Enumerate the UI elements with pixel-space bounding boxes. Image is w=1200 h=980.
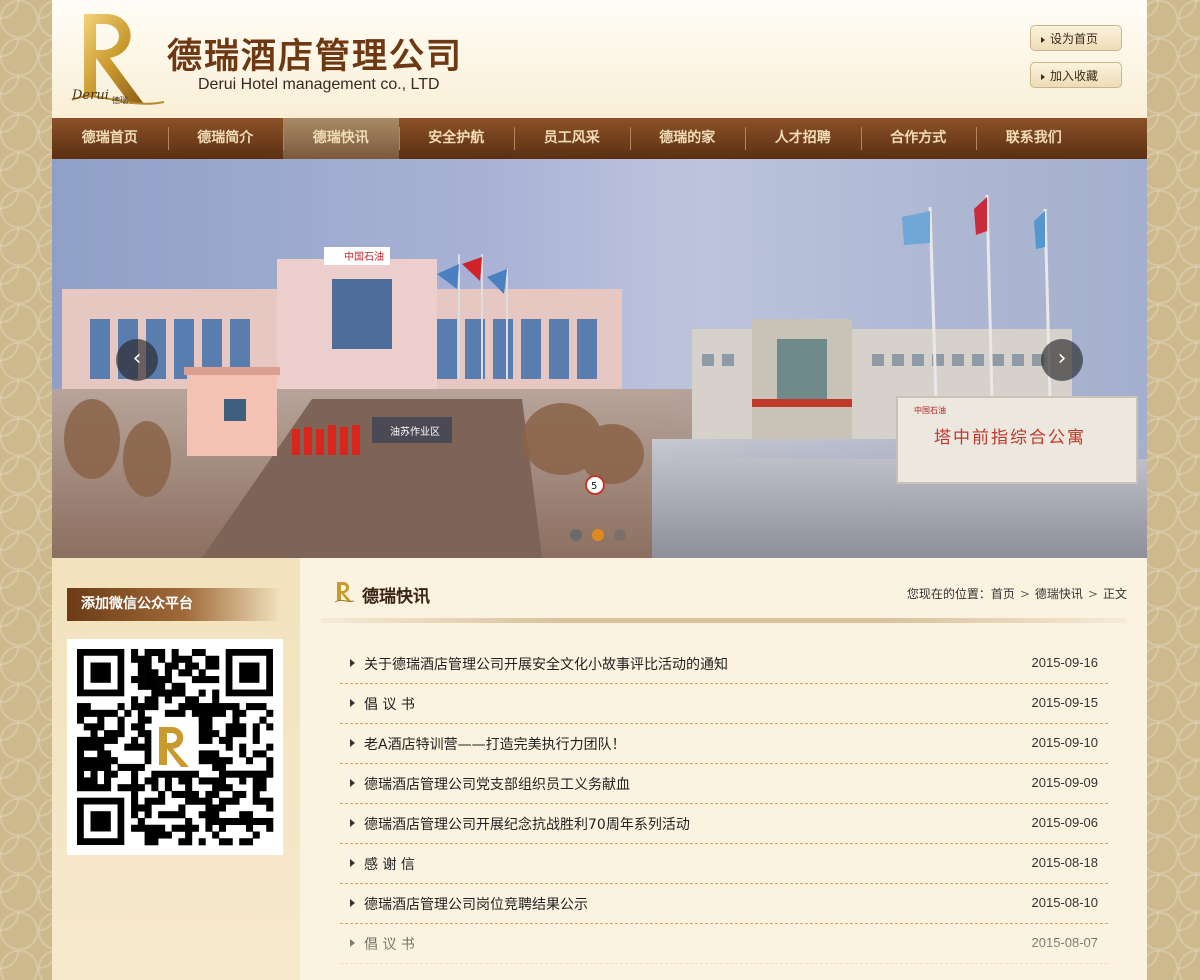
banner-gate-sign: 油苏作业区: [390, 425, 440, 438]
news-title[interactable]: 关于德瑞酒店管理公司开展安全文化小故事评比活动的通知: [364, 654, 728, 674]
news-title[interactable]: 德瑞酒店管理公司开展纪念抗战胜利70周年系列活动: [364, 814, 690, 834]
bullet-triangle-icon: [350, 899, 355, 907]
section-title: 德瑞快讯: [362, 587, 430, 607]
logo-script-text: Derui: [72, 88, 109, 103]
news-item[interactable]: 倡 议 书 2015-09-15: [340, 684, 1108, 724]
news-title[interactable]: 德瑞酒店管理公司党支部组织员工义务献血: [364, 774, 630, 794]
main-nav: 德瑞首页 德瑞简介 德瑞快讯 安全护航 员工风采 德瑞的家 人才招聘 合作方式 …: [52, 118, 1147, 159]
news-item[interactable]: 感 谢 信 2015-08-18: [340, 844, 1108, 884]
banner-dot-3[interactable]: [614, 529, 626, 541]
news-date: 2015-08-10: [1031, 895, 1099, 910]
news-title[interactable]: 德瑞酒店管理公司岗位竞聘结果公示: [364, 894, 588, 914]
banner-photo: 中国石油 油苏作业区 中国石油 塔中前指综合公寓 5: [52, 159, 1147, 558]
news-title[interactable]: 倡 议 书: [364, 694, 415, 714]
arrow-right-icon: [1041, 73, 1045, 80]
logo-small-text: 德瑞: [112, 96, 128, 105]
news-item[interactable]: 关于德瑞酒店管理公司开展安全文化小故事评比活动的通知 2015-09-16: [340, 644, 1108, 684]
bullet-triangle-icon: [350, 659, 355, 667]
bottom-fade: [300, 920, 1147, 980]
banner-next-button[interactable]: ›: [1041, 339, 1083, 381]
banner-prev-button[interactable]: ‹: [116, 339, 158, 381]
page: Derui 德瑞 德瑞酒店管理公司 Derui Hotel management…: [52, 0, 1147, 980]
qr-code-image: [77, 649, 274, 846]
news-title[interactable]: 感 谢 信: [364, 854, 415, 874]
sidebar: 添加微信公众平台: [52, 558, 300, 980]
section-header: 德瑞快讯 您现在的位置：首页 > 德瑞快讯 > 正文: [320, 558, 1127, 622]
news-title[interactable]: 老A酒店特训营——打造完美执行力团队！: [364, 734, 626, 754]
set-homepage-label: 设为首页: [1050, 32, 1099, 46]
brand-name-cn: 德瑞酒店管理公司: [167, 36, 464, 77]
main-content: 德瑞快讯 您现在的位置：首页 > 德瑞快讯 > 正文 关于德瑞酒店管理公司开展安全文化小…: [300, 558, 1147, 980]
nav-item-jobs[interactable]: 人才招聘: [745, 118, 861, 159]
news-date: 2015-09-15: [1031, 695, 1099, 710]
breadcrumb: 您现在的位置：首页 > 德瑞快讯 > 正文: [907, 585, 1127, 602]
nav-item-home[interactable]: 德瑞首页: [52, 118, 168, 159]
banner-dot-1[interactable]: [570, 529, 582, 541]
banner-left-sign: 中国石油: [344, 250, 384, 263]
set-homepage-button[interactable]: 设为首页: [1030, 25, 1122, 51]
arrow-right-icon: [1041, 36, 1045, 43]
bullet-triangle-icon: [350, 739, 355, 747]
banner-dot-2[interactable]: [592, 529, 604, 541]
nav-item-contact[interactable]: 联系我们: [976, 118, 1092, 159]
nav-item-news[interactable]: 德瑞快讯: [283, 118, 399, 159]
breadcrumb-label: 您现在的位置：: [906, 587, 991, 601]
nav-item-family[interactable]: 德瑞的家: [629, 118, 746, 159]
bullet-triangle-icon: [350, 779, 355, 787]
breadcrumb-news[interactable]: 德瑞快讯: [1035, 587, 1083, 601]
breadcrumb-home[interactable]: 首页: [991, 587, 1015, 601]
banner-right-sign: 塔中前指综合公寓: [934, 428, 1086, 448]
news-date: 2015-09-16: [1031, 655, 1099, 670]
add-favorite-button[interactable]: 加入收藏: [1030, 62, 1122, 88]
banner-slider[interactable]: 中国石油 油苏作业区 中国石油 塔中前指综合公寓 5 ‹ ›: [52, 159, 1147, 558]
news-date: 2015-09-10: [1031, 735, 1099, 750]
nav-item-cooperation[interactable]: 合作方式: [860, 118, 977, 159]
banner-right-sign-small: 中国石油: [914, 405, 946, 415]
nav-item-safety[interactable]: 安全护航: [398, 118, 515, 159]
news-item[interactable]: 德瑞酒店管理公司开展纪念抗战胜利70周年系列活动 2015-09-06: [340, 804, 1108, 844]
chevron-right-icon: ›: [1057, 346, 1067, 371]
news-date: 2015-08-18: [1031, 855, 1099, 870]
news-list: 关于德瑞酒店管理公司开展安全文化小故事评比活动的通知 2015-09-16 倡 议 …: [340, 644, 1108, 964]
chevron-right-icon: >: [1019, 587, 1030, 601]
add-favorite-label: 加入收藏: [1050, 69, 1099, 83]
divider: [320, 618, 1127, 623]
breadcrumb-current: 正文: [1102, 587, 1127, 601]
bullet-triangle-icon: [350, 819, 355, 827]
bullet-triangle-icon: [350, 859, 355, 867]
company-logo[interactable]: Derui 德瑞: [66, 8, 166, 112]
site-header: Derui 德瑞 德瑞酒店管理公司 Derui Hotel management…: [52, 0, 1147, 118]
brand-name-en: Derui Hotel management co., LTD: [198, 76, 440, 93]
nav-item-about[interactable]: 德瑞简介: [167, 118, 284, 159]
wechat-qr-code: [67, 639, 283, 855]
wechat-title: 添加微信公众平台: [67, 588, 282, 621]
logo-r-icon: [334, 582, 354, 603]
news-item[interactable]: 德瑞酒店管理公司岗位竞聘结果公示 2015-08-10: [340, 884, 1108, 924]
banner-speed-sign: 5: [591, 481, 597, 492]
news-item[interactable]: 德瑞酒店管理公司党支部组织员工义务献血 2015-09-09: [340, 764, 1108, 804]
chevron-left-icon: ‹: [132, 346, 142, 371]
news-item[interactable]: 老A酒店特训营——打造完美执行力团队！ 2015-09-10: [340, 724, 1108, 764]
nav-item-staff[interactable]: 员工风采: [514, 118, 630, 159]
news-date: 2015-09-06: [1031, 815, 1099, 830]
chevron-right-icon: >: [1087, 587, 1098, 601]
bullet-triangle-icon: [350, 699, 355, 707]
news-date: 2015-09-09: [1031, 775, 1099, 790]
